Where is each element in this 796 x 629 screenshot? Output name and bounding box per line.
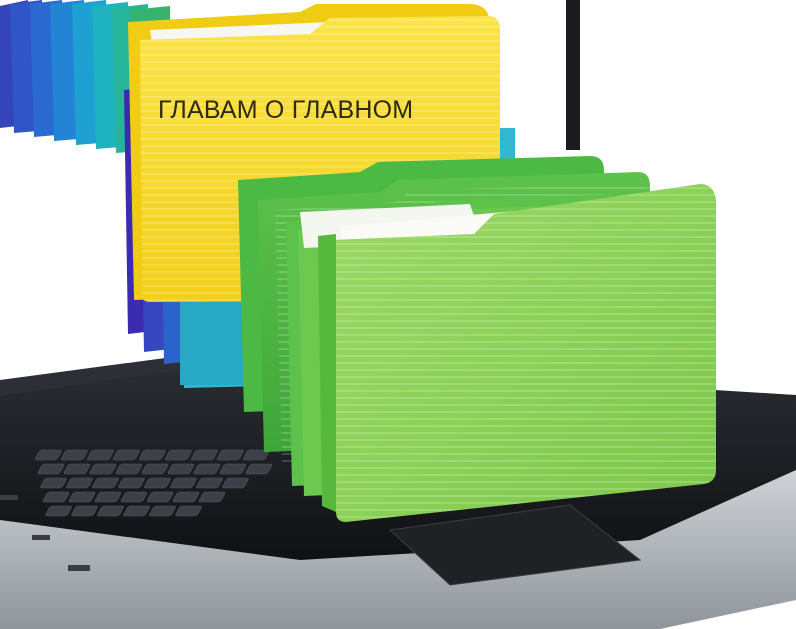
laptop-screen-frame <box>566 0 580 150</box>
headline: ГЛАВАМ О ГЛАВНОМ <box>158 96 414 124</box>
illustration-canvas <box>0 0 796 629</box>
folders-over-laptop-illustration: ГЛАВАМ О ГЛАВНОМ <box>0 0 796 629</box>
